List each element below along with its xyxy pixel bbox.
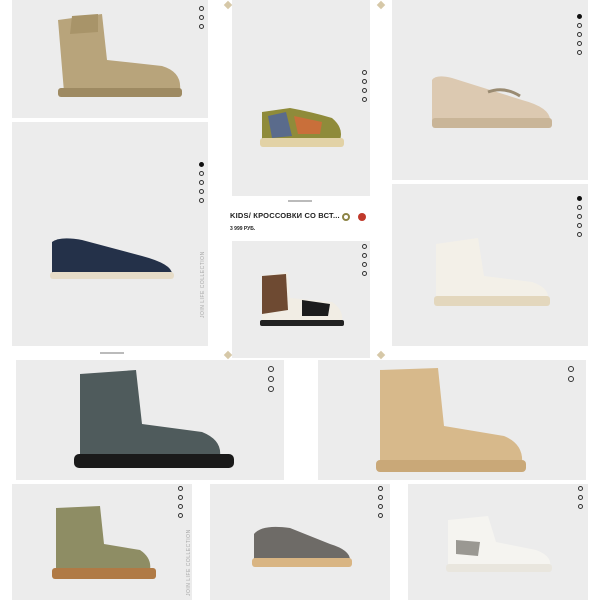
carousel-dot[interactable]: [577, 196, 582, 201]
carousel-dots[interactable]: [199, 162, 204, 203]
carousel-dots[interactable]: [199, 6, 204, 29]
carousel-dots[interactable]: [577, 14, 582, 55]
carousel-dot[interactable]: [378, 486, 383, 491]
corner-diamond: [376, 0, 386, 10]
corner-diamond: [376, 350, 386, 360]
carousel-dot[interactable]: [577, 232, 582, 237]
product-card-chain-loafer[interactable]: [392, 0, 588, 180]
product-card-navy-loafer[interactable]: JOIN LIFE COLLECTION: [12, 122, 208, 346]
suede-high-boot-image: [58, 14, 182, 97]
divider-tick: [288, 200, 312, 202]
carousel-dot[interactable]: [577, 205, 582, 210]
trail-sneaker-image: [260, 108, 344, 147]
product-price: 3 999 РУБ.: [230, 226, 256, 232]
product-card-khaki-boot[interactable]: JOIN LIFE COLLECTION: [12, 484, 192, 600]
carousel-dot[interactable]: [577, 223, 582, 228]
product-card-glitter-boot[interactable]: [16, 360, 284, 480]
carousel-dot[interactable]: [577, 32, 582, 37]
carousel-dots[interactable]: [178, 486, 183, 518]
carousel-dot[interactable]: [178, 504, 183, 509]
carousel-dot[interactable]: [577, 14, 582, 19]
product-card-white-hightop[interactable]: [392, 184, 588, 346]
carousel-dot[interactable]: [268, 376, 274, 382]
carousel-dot[interactable]: [178, 486, 183, 491]
carousel-dot[interactable]: [268, 386, 274, 392]
product-card-brown-hightop[interactable]: [232, 240, 370, 358]
carousel-dot[interactable]: [199, 6, 204, 11]
white-velcro-sneaker-image: [446, 516, 552, 572]
corner-diamond: [223, 350, 233, 360]
carousel-dots[interactable]: [362, 244, 367, 276]
carousel-dot[interactable]: [178, 513, 183, 518]
color-swatch-red[interactable]: [358, 213, 366, 221]
white-hightop-image: [434, 238, 550, 306]
carousel-dots[interactable]: [578, 486, 583, 509]
carousel-dot[interactable]: [577, 50, 582, 55]
color-swatch-olive[interactable]: [342, 213, 350, 221]
carousel-dot[interactable]: [378, 504, 383, 509]
carousel-dot[interactable]: [362, 97, 367, 102]
carousel-dot[interactable]: [362, 70, 367, 75]
carousel-dot[interactable]: [378, 513, 383, 518]
product-info-card[interactable]: KIDS/ КРОССОВКИ СО ВСТ... 3 999 РУБ.: [224, 205, 376, 241]
beige-lace-boot-image: [376, 368, 526, 472]
carousel-dot[interactable]: [199, 180, 204, 185]
carousel-dot[interactable]: [378, 495, 383, 500]
carousel-dot[interactable]: [268, 366, 274, 372]
product-card-white-velcro-sneaker[interactable]: [408, 484, 588, 600]
carousel-dots[interactable]: [568, 366, 574, 382]
carousel-dot[interactable]: [199, 162, 204, 167]
khaki-boot-image: [52, 506, 156, 579]
product-card-suede-high-boot[interactable]: [12, 0, 208, 118]
carousel-dot[interactable]: [578, 495, 583, 500]
carousel-dot[interactable]: [577, 214, 582, 219]
carousel-dot[interactable]: [578, 504, 583, 509]
product-name[interactable]: KIDS/ КРОССОВКИ СО ВСТ...: [230, 211, 340, 220]
divider-tick: [100, 352, 124, 354]
glitter-boot-image: [74, 370, 234, 468]
carousel-dot[interactable]: [199, 15, 204, 20]
grey-sneaker-image: [252, 526, 352, 567]
carousel-dot[interactable]: [178, 495, 183, 500]
brown-hightop-image: [260, 272, 344, 326]
carousel-dot[interactable]: [568, 376, 574, 382]
carousel-dot[interactable]: [362, 271, 367, 276]
carousel-dots[interactable]: [362, 70, 367, 102]
carousel-dot[interactable]: [362, 88, 367, 93]
product-card-beige-lace-boot[interactable]: [318, 360, 586, 480]
carousel-dot[interactable]: [577, 41, 582, 46]
carousel-dot[interactable]: [362, 262, 367, 267]
carousel-dot[interactable]: [362, 253, 367, 258]
carousel-dot[interactable]: [199, 189, 204, 194]
product-card-grey-sneaker[interactable]: [210, 484, 390, 600]
navy-loafer-image: [50, 238, 174, 279]
carousel-dot[interactable]: [362, 244, 367, 249]
carousel-dot[interactable]: [578, 486, 583, 491]
carousel-dots[interactable]: [577, 196, 582, 237]
corner-diamond: [223, 0, 233, 10]
carousel-dot[interactable]: [199, 171, 204, 176]
chain-loafer-image: [432, 76, 552, 128]
carousel-dot[interactable]: [577, 23, 582, 28]
carousel-dot[interactable]: [199, 24, 204, 29]
carousel-dot[interactable]: [199, 198, 204, 203]
product-card-trail-sneaker[interactable]: [232, 0, 370, 196]
carousel-dots[interactable]: [378, 486, 383, 518]
collection-label: JOIN LIFE COLLECTION: [200, 251, 206, 318]
carousel-dot[interactable]: [362, 79, 367, 84]
carousel-dot[interactable]: [568, 366, 574, 372]
carousel-dots[interactable]: [268, 366, 274, 392]
collection-label: JOIN LIFE COLLECTION: [186, 529, 192, 596]
